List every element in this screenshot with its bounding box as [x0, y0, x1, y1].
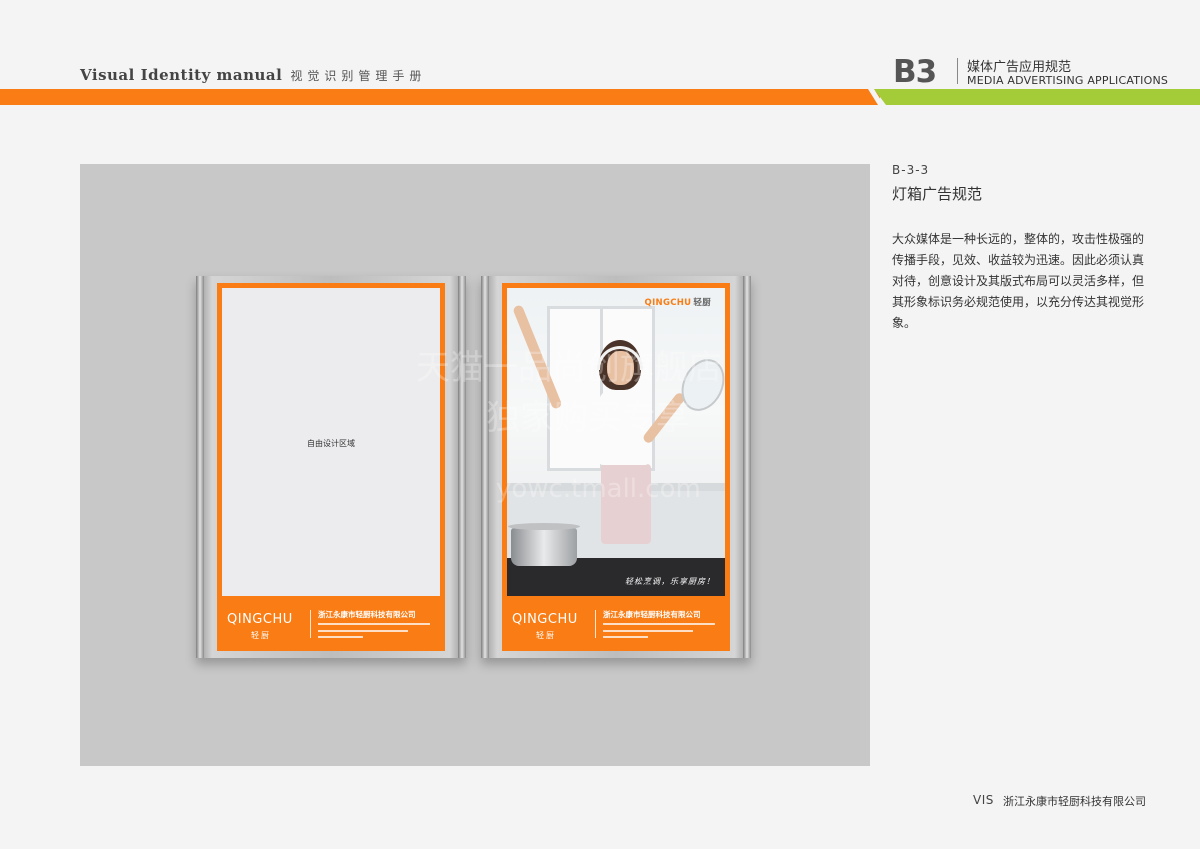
- lightbox-rail: [196, 276, 204, 658]
- ad-slogan: 轻松烹调，乐享厨房！: [625, 577, 715, 586]
- lightbox-frame: QINGCHU 轻厨 轻松烹调，乐享厨房！ QINGCHU 轻厨 浙江永康市轻厨科…: [502, 283, 730, 651]
- section-number: B-3-3: [892, 163, 930, 177]
- lightbox-left: 自由设计区域 QINGCHU 轻厨 浙江永康市轻厨科技有限公司: [196, 276, 466, 658]
- woman-figure: [601, 464, 651, 544]
- ad-brand-logo: QINGCHU 轻厨: [645, 296, 711, 308]
- header-orange-bar: [0, 89, 880, 105]
- manual-title: Visual Identity manual 视觉识别管理手册: [80, 66, 426, 84]
- lightbox-rail: [458, 276, 466, 658]
- footer-fine-print: [318, 630, 408, 632]
- ad-photo: QINGCHU 轻厨 轻松烹调，乐享厨房！: [507, 288, 725, 596]
- lightbox-rail: [743, 276, 751, 658]
- cooking-pot: [508, 523, 580, 566]
- lightbox-rail: [481, 276, 489, 658]
- footer-fine-print: [318, 636, 363, 638]
- lightbox-footer: QINGCHU 轻厨 浙江永康市轻厨科技有限公司: [217, 596, 445, 651]
- page-footer-company: 浙江永康市轻厨科技有限公司: [1003, 795, 1146, 808]
- free-design-area: 自由设计区域: [222, 288, 440, 596]
- footer-fine-print: [603, 636, 648, 638]
- section-title: 灯箱广告规范: [892, 185, 983, 203]
- page-footer-vis: VIS: [973, 793, 994, 807]
- brand-logo: QINGCHU: [512, 612, 578, 627]
- footer-divider: [310, 610, 311, 638]
- manual-title-en: Visual Identity manual: [80, 66, 283, 84]
- section-code-badge: B3: [893, 54, 937, 90]
- footer-fine-print: [318, 623, 430, 625]
- brand-logo: QINGCHU: [227, 612, 293, 627]
- lightbox-footer: QINGCHU 轻厨 浙江永康市轻厨科技有限公司: [502, 596, 730, 651]
- pot-lid: [673, 352, 725, 418]
- footer-fine-print: [603, 623, 715, 625]
- ad-brand-en: QINGCHU: [644, 298, 692, 308]
- lightbox-right: QINGCHU 轻厨 轻松烹调，乐享厨房！ QINGCHU 轻厨 浙江永康市轻厨科…: [481, 276, 751, 658]
- company-name: 浙江永康市轻厨科技有限公司: [318, 610, 416, 619]
- lightbox-frame: 自由设计区域 QINGCHU 轻厨 浙江永康市轻厨科技有限公司: [217, 283, 445, 651]
- brand-logo-cn: 轻厨: [251, 631, 271, 640]
- ad-brand-cn: 轻厨: [693, 298, 711, 308]
- free-area-label: 自由设计区域: [307, 439, 355, 448]
- company-name: 浙江永康市轻厨科技有限公司: [603, 610, 701, 619]
- footer-divider: [595, 610, 596, 638]
- footer-fine-print: [603, 630, 693, 632]
- header-divider: [957, 58, 958, 84]
- header-green-bar: [874, 89, 1200, 105]
- ad-photo-area: QINGCHU 轻厨 轻松烹调，乐享厨房！: [507, 288, 725, 596]
- section-name-cn: 媒体广告应用规范: [967, 60, 1072, 75]
- mockup-panel: 自由设计区域 QINGCHU 轻厨 浙江永康市轻厨科技有限公司 QINGCHU …: [80, 164, 870, 766]
- manual-title-cn: 视觉识别管理手册: [290, 69, 427, 83]
- section-description: 大众媒体是一种长远的，整体的，攻击性极强的传播手段，见效、收益较为迅速。因此必须…: [892, 232, 1145, 330]
- section-name-en: MEDIA ADVERTISING APPLICATIONS: [967, 74, 1169, 87]
- brand-logo-cn: 轻厨: [536, 631, 556, 640]
- woman-figure: [599, 390, 649, 465]
